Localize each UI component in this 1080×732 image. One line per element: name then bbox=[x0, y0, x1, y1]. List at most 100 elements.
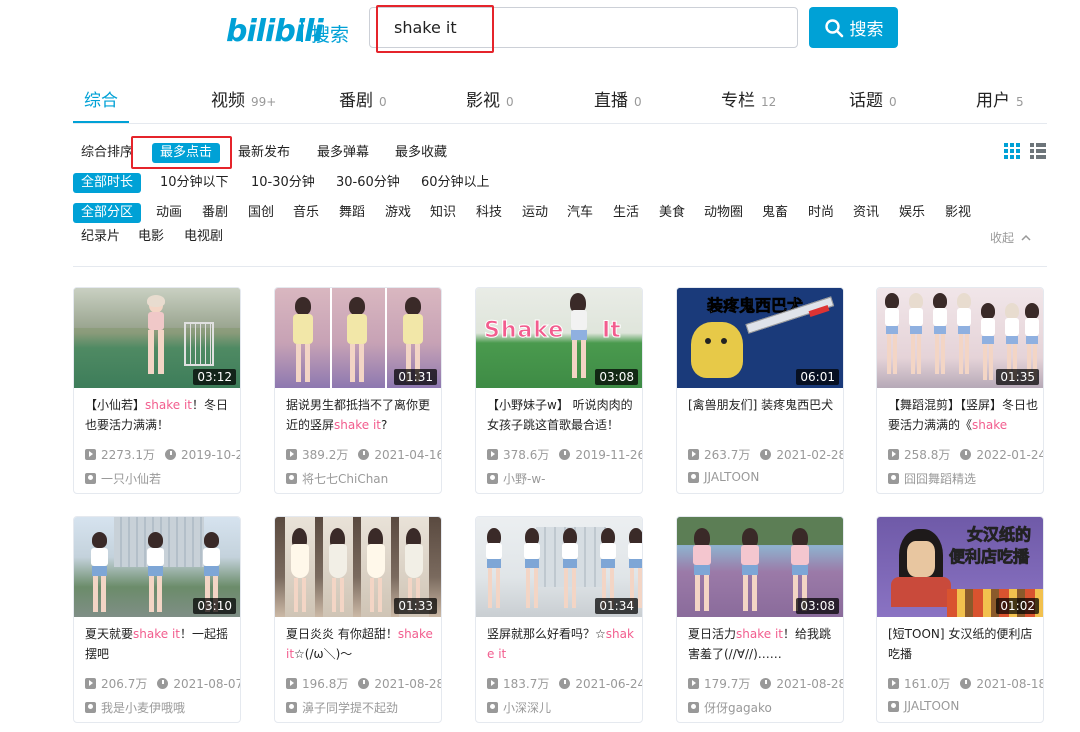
video-duration: 06:01 bbox=[796, 369, 839, 385]
upload-date: 2019-11-26 bbox=[575, 447, 643, 462]
clock-icon bbox=[157, 678, 169, 689]
video-title-text: 【小仙若】 bbox=[85, 398, 146, 412]
uploader-name[interactable]: 我是小麦伊哦哦 bbox=[101, 699, 185, 716]
uploader-name[interactable]: JJALTOON bbox=[704, 470, 759, 484]
zone-option[interactable]: 汽车 bbox=[567, 203, 593, 223]
video-card[interactable]: Shake It 03:08 【小野妹子w】 听说肉肉的女孩子跳这首歌最合适！ … bbox=[475, 287, 643, 494]
video-card[interactable]: 01:35 【舞蹈混剪】【竖屏】冬日也要活力满满的《shake 258.8万 2… bbox=[876, 287, 1044, 494]
video-thumbnail[interactable]: 女汉纸的 便利店吃播 01:02 bbox=[877, 517, 1043, 617]
video-title[interactable]: 【小仙若】shake it！冬日也要活力满满！ bbox=[85, 395, 235, 439]
upload-date: 2019-10-20 bbox=[181, 447, 240, 462]
tab-article[interactable]: 专栏 12 bbox=[721, 86, 776, 111]
video-title[interactable]: 夏日炎炎 有你超甜！shake it☆(/ω＼)～ bbox=[286, 624, 436, 668]
tab-user[interactable]: 用户 5 bbox=[976, 86, 1024, 111]
video-card[interactable]: 01:31 据说男生都抵挡不了离你更近的竖屏shake it? 389.2万 2… bbox=[274, 287, 442, 494]
uploader-name[interactable]: 小深深儿 bbox=[503, 699, 551, 716]
duration-option-all[interactable]: 全部时长 bbox=[73, 173, 142, 193]
uploader-icon bbox=[85, 473, 96, 484]
video-thumbnail[interactable]: 03:10 bbox=[74, 517, 240, 617]
zone-option[interactable]: 番剧 bbox=[202, 203, 228, 223]
video-thumbnail[interactable]: 01:34 bbox=[476, 517, 642, 617]
tab-film[interactable]: 影视 0 bbox=[466, 86, 514, 111]
logo-search-label: 搜索 bbox=[311, 24, 350, 46]
video-title-keyword: shake it bbox=[145, 398, 192, 412]
zone-option-all[interactable]: 全部分区 bbox=[73, 203, 142, 223]
filter-divider bbox=[73, 266, 1047, 267]
tab-topic[interactable]: 话题 0 bbox=[849, 86, 897, 111]
zone-option[interactable]: 娱乐 bbox=[899, 203, 925, 223]
zone-option[interactable]: 时尚 bbox=[808, 203, 834, 223]
video-thumbnail[interactable]: Shake It 03:08 bbox=[476, 288, 642, 388]
uploader-name[interactable]: 小野-w- bbox=[503, 470, 545, 487]
uploader-name[interactable]: JJALTOON bbox=[904, 699, 959, 713]
zone-option[interactable]: 动画 bbox=[156, 203, 182, 223]
zone-option[interactable]: 纪录片 bbox=[81, 227, 120, 247]
tab-label: 影视 bbox=[466, 91, 500, 111]
tab-bangumi[interactable]: 番剧 0 bbox=[339, 86, 387, 111]
zone-option[interactable]: 音乐 bbox=[293, 203, 319, 223]
bilibili-logo[interactable]: bilibili bbox=[226, 14, 324, 49]
uploader-name[interactable]: 将七七ChiChan bbox=[302, 470, 388, 487]
video-thumbnail[interactable]: 01:33 bbox=[275, 517, 441, 617]
upload-date: 2021-02-28 bbox=[776, 447, 844, 462]
duration-option-10-30[interactable]: 10-30分钟 bbox=[251, 173, 315, 193]
video-thumbnail[interactable]: 03:08 bbox=[677, 517, 843, 617]
grid-view-icon[interactable] bbox=[1004, 143, 1020, 159]
uploader-name[interactable]: 囧囧舞蹈精选 bbox=[904, 470, 976, 487]
video-card[interactable]: 装疼鬼西巴犬 06:01 [禽兽朋友们] 装疼鬼西巴犬 263.7万 2021-… bbox=[676, 287, 844, 494]
tab-live[interactable]: 直播 0 bbox=[594, 86, 642, 111]
video-title[interactable]: [禽兽朋友们] 装疼鬼西巴犬 bbox=[688, 395, 838, 439]
sort-option-default[interactable]: 综合排序 bbox=[81, 143, 133, 163]
zone-option[interactable]: 电影 bbox=[138, 227, 164, 247]
zone-option[interactable]: 国创 bbox=[248, 203, 274, 223]
video-thumbnail[interactable]: 03:12 bbox=[74, 288, 240, 388]
video-title[interactable]: 据说男生都抵挡不了离你更近的竖屏shake it? bbox=[286, 395, 436, 439]
video-uploader-row: JJALTOON bbox=[888, 699, 959, 713]
uploader-name[interactable]: 一只小仙若 bbox=[101, 470, 161, 487]
zone-option[interactable]: 电视剧 bbox=[184, 227, 223, 247]
video-duration: 03:08 bbox=[796, 598, 839, 614]
uploader-name[interactable]: 濞子同学提不起劲 bbox=[302, 699, 398, 716]
video-title[interactable]: 夏日活力shake it！给我跳害羞了(//∀//)…… bbox=[688, 624, 838, 668]
sort-option-most-danmaku[interactable]: 最多弹幕 bbox=[317, 143, 369, 163]
zone-option[interactable]: 动物圈 bbox=[704, 203, 743, 223]
zone-option[interactable]: 知识 bbox=[430, 203, 456, 223]
video-duration: 01:34 bbox=[595, 598, 638, 614]
zone-option[interactable]: 运动 bbox=[522, 203, 548, 223]
zone-option[interactable]: 游戏 bbox=[385, 203, 411, 223]
zone-option[interactable]: 舞蹈 bbox=[339, 203, 365, 223]
video-card[interactable]: 女汉纸的 便利店吃播 01:02 [短TOON] 女汉纸的便利店吃播 161.0… bbox=[876, 516, 1044, 723]
duration-option-over-60[interactable]: 60分钟以上 bbox=[421, 173, 490, 193]
video-thumbnail[interactable]: 装疼鬼西巴犬 06:01 bbox=[677, 288, 843, 388]
search-button[interactable]: 搜索 bbox=[809, 7, 898, 48]
list-view-icon[interactable] bbox=[1030, 143, 1046, 159]
video-thumbnail[interactable]: 01:35 bbox=[877, 288, 1043, 388]
sort-option-newest[interactable]: 最新发布 bbox=[238, 143, 290, 163]
zone-option[interactable]: 科技 bbox=[476, 203, 502, 223]
tab-all[interactable]: 综合 bbox=[84, 86, 118, 111]
video-card[interactable]: 01:34 竖屏就那么好看吗？☆shake it 183.7万 2021-06-… bbox=[475, 516, 643, 723]
video-title-keyword: shake bbox=[972, 418, 1008, 432]
video-title[interactable]: [短TOON] 女汉纸的便利店吃播 bbox=[888, 624, 1038, 668]
zone-option[interactable]: 影视 bbox=[945, 203, 971, 223]
video-title[interactable]: 【小野妹子w】 听说肉肉的女孩子跳这首歌最合适！ bbox=[487, 395, 637, 439]
video-title[interactable]: 竖屏就那么好看吗？☆shake it bbox=[487, 624, 637, 668]
zone-option[interactable]: 资讯 bbox=[853, 203, 879, 223]
video-card[interactable]: 03:10 夏天就要shake it！一起摇摆吧 206.7万 2021-08-… bbox=[73, 516, 241, 723]
sort-option-most-favorites[interactable]: 最多收藏 bbox=[395, 143, 447, 163]
video-thumbnail[interactable]: 01:31 bbox=[275, 288, 441, 388]
zone-option[interactable]: 鬼畜 bbox=[762, 203, 788, 223]
uploader-name[interactable]: 伢伢gagako bbox=[704, 699, 772, 716]
video-card[interactable]: 03:08 夏日活力shake it！给我跳害羞了(//∀//)…… 179.7… bbox=[676, 516, 844, 723]
zone-option[interactable]: 美食 bbox=[659, 203, 685, 223]
duration-option-30-60[interactable]: 30-60分钟 bbox=[336, 173, 400, 193]
video-card[interactable]: 03:12 【小仙若】shake it！冬日也要活力满满！ 2273.1万 20… bbox=[73, 287, 241, 494]
tab-video[interactable]: 视频 99+ bbox=[211, 86, 276, 111]
duration-option-under-10[interactable]: 10分钟以下 bbox=[160, 173, 229, 193]
video-title-text: 夏天就要 bbox=[85, 627, 134, 641]
video-title[interactable]: 夏天就要shake it！一起摇摆吧 bbox=[85, 624, 235, 668]
zone-option[interactable]: 生活 bbox=[613, 203, 639, 223]
collapse-filters-button[interactable]: 收起 bbox=[990, 229, 1031, 246]
video-card[interactable]: 01:33 夏日炎炎 有你超甜！shake it☆(/ω＼)～ 196.8万 2… bbox=[274, 516, 442, 723]
video-title[interactable]: 【舞蹈混剪】【竖屏】冬日也要活力满满的《shake bbox=[888, 395, 1038, 439]
